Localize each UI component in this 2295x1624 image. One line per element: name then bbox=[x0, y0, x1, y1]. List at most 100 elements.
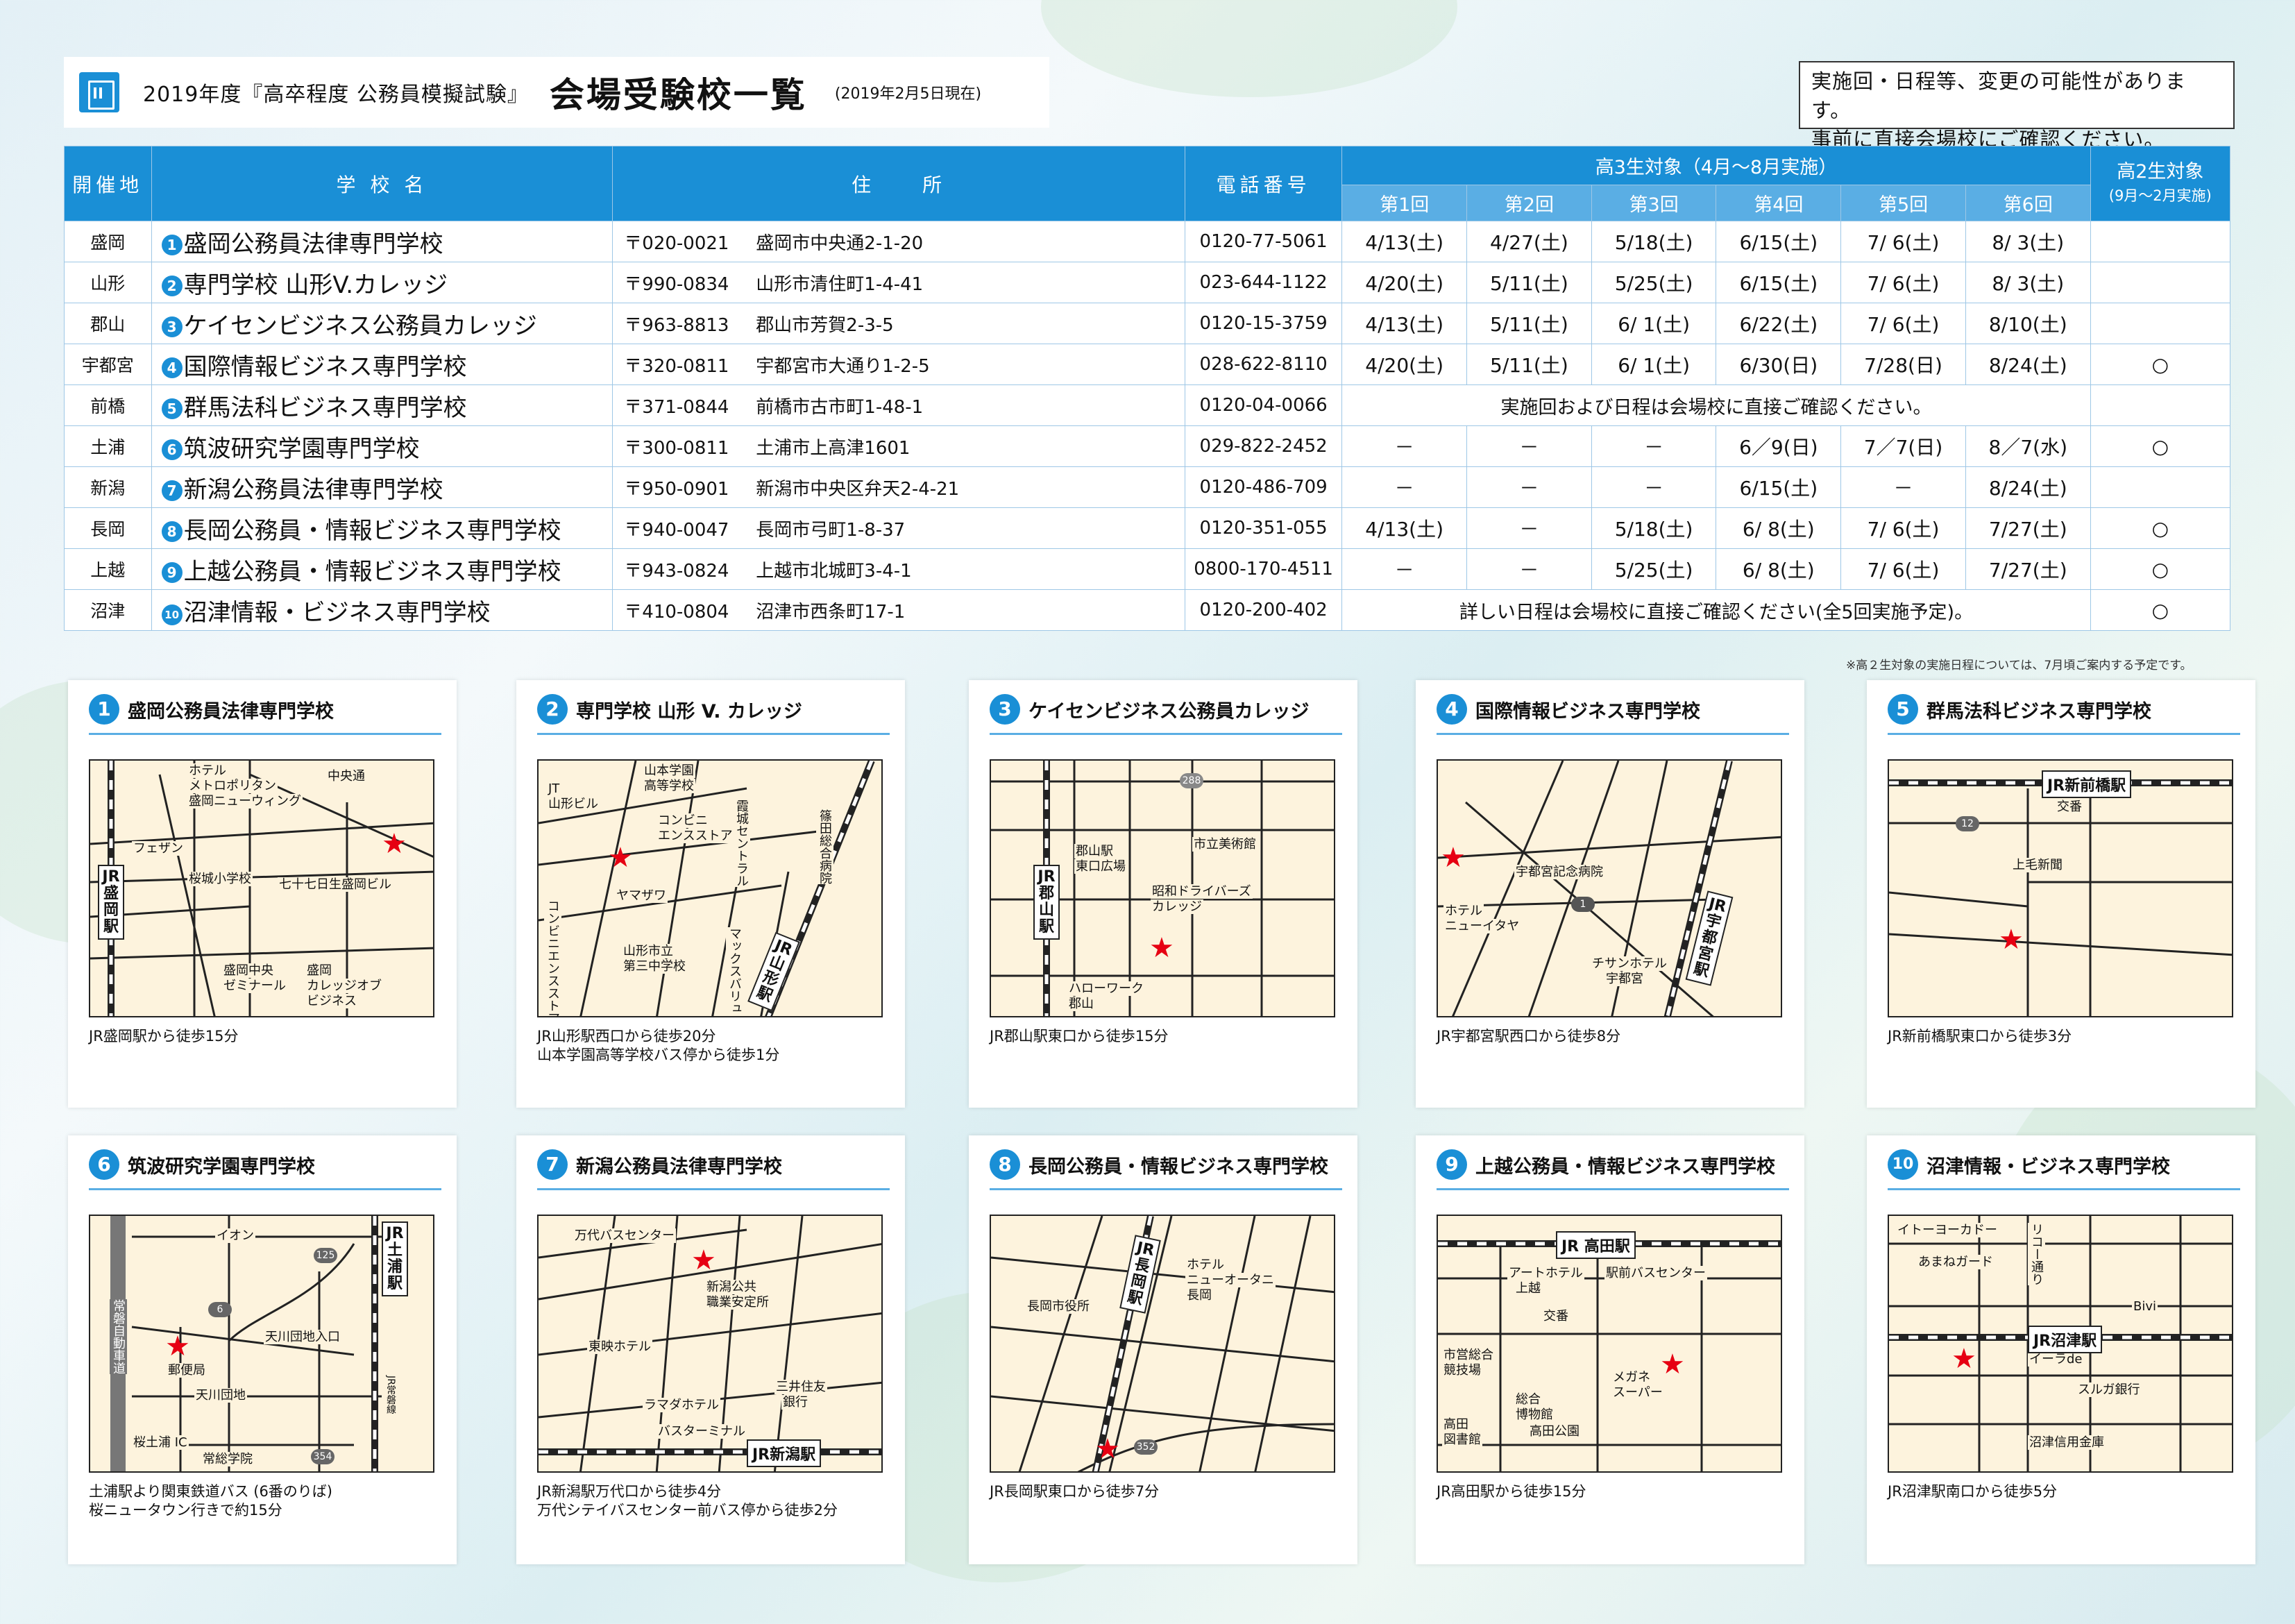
table-row: 宇都宮 4 国際情報ビジネス専門学校 〒320-0811 宇都宮市大通り1-2-5 028… bbox=[64, 344, 2231, 385]
th-round: 第4回 bbox=[1716, 185, 1842, 221]
map-label: 交番 bbox=[2056, 800, 2083, 814]
map-area: 125 6 354 JR土浦駅 イオン 天川団地入口 郵便局 天川団地 桜土浦 … bbox=[89, 1215, 434, 1473]
cell-date: 6/22(土) bbox=[1716, 303, 1842, 344]
street-address: 宇都宮市大通り1-2-5 bbox=[756, 355, 930, 377]
school-location-star: ★ bbox=[382, 828, 407, 860]
cell-date: 6/ 1(土) bbox=[1591, 344, 1717, 385]
cell-place: 前橋 bbox=[64, 384, 152, 426]
number-badge: 3 bbox=[161, 316, 183, 337]
map-title: ケイセンビジネス公務員カレッジ bbox=[1028, 700, 1310, 722]
notice-line: 実施回・日程等、変更の可能性があります。 bbox=[1811, 69, 2187, 122]
cell-school: 3 ケイセンビジネス公務員カレッジ bbox=[151, 303, 613, 344]
map-title: 新潟公務員法律専門学校 bbox=[576, 1156, 782, 1178]
number-badge: 8 bbox=[161, 521, 183, 542]
postal-code: 〒950-0901 bbox=[624, 478, 729, 500]
number-badge: 6 bbox=[161, 439, 183, 460]
access-caption: JR長岡駅東口から徒歩7分 bbox=[990, 1483, 1160, 1500]
map-label: ホテル bbox=[1443, 904, 1484, 918]
access-caption: JR新前橋駅東口から徒歩3分 bbox=[1888, 1028, 2072, 1044]
cell-date: 8/ 3(土) bbox=[1965, 221, 2091, 262]
number-badge: 4 bbox=[1437, 694, 1467, 725]
cell-date: － bbox=[1466, 507, 1592, 549]
cell-school: 10 沼津情報・ビジネス専門学校 bbox=[151, 589, 613, 631]
map-label: アートホテル bbox=[1507, 1266, 1584, 1280]
school-name: 盛岡公務員法律専門学校 bbox=[183, 230, 443, 258]
map-label: 郡山 bbox=[1067, 997, 1095, 1011]
route-marker: 354 bbox=[311, 1449, 334, 1464]
map-label: 総合 bbox=[1514, 1392, 1542, 1407]
map-label: エンスストア bbox=[657, 829, 734, 843]
change-notice: 実施回・日程等、変更の可能性があります。 事前に直接会場校にご確認ください。 bbox=[1799, 61, 2235, 151]
map-label: 三井住友 bbox=[774, 1380, 827, 1394]
map-label: マックスバリュ bbox=[726, 927, 743, 1015]
cell-date: 8/24(土) bbox=[1965, 466, 2091, 508]
route-marker: 352 bbox=[1134, 1439, 1158, 1455]
station-label: JR土浦駅 bbox=[382, 1221, 408, 1296]
cell-date: 8/24(土) bbox=[1965, 344, 2091, 385]
map-label: 図書館 bbox=[1442, 1432, 1482, 1447]
cell-date: 6/ 1(土) bbox=[1591, 303, 1717, 344]
cell-date: － bbox=[1591, 466, 1717, 508]
school-location-star: ★ bbox=[1441, 842, 1466, 874]
th-round: 第2回 bbox=[1466, 185, 1592, 221]
cell-date: 8／7(水) bbox=[1965, 425, 2091, 467]
postal-code: 〒943-0824 bbox=[624, 560, 729, 582]
footnote: ※高２生対象の実施日程については、7月頃ご案内する予定です。 bbox=[1846, 659, 2192, 673]
map-label: カレッジオブ bbox=[305, 979, 383, 993]
cell-place: 新潟 bbox=[64, 466, 152, 508]
cell-date: 7/ 6(土) bbox=[1840, 303, 1966, 344]
cell-phone: 029-822-2452 bbox=[1184, 425, 1343, 467]
map-card-4: 4 国際情報ビジネス専門学校 1 JR宇都宮駅 宇都宮記念病院 ホテル ニューイタ… bbox=[1416, 680, 1804, 1108]
school-name: 上越公務員・情報ビジネス専門学校 bbox=[183, 557, 561, 586]
cell-grade2: ○ bbox=[2090, 589, 2231, 631]
number-badge: 1 bbox=[89, 694, 119, 725]
map-label: 長岡市役所 bbox=[1026, 1299, 1091, 1314]
schedule-table: 開催地 学 校 名 住 所 電話番号 高3生対象（4月～8月実施） 高2生対象 … bbox=[64, 146, 2231, 631]
map-label: 博物館 bbox=[1514, 1407, 1555, 1422]
map-label: 盛岡中央 bbox=[222, 963, 275, 978]
number-badge: 2 bbox=[537, 694, 568, 725]
cell-date: 6/ 8(土) bbox=[1716, 548, 1842, 590]
cell-place: 郡山 bbox=[64, 303, 152, 344]
school-location-star: ★ bbox=[608, 842, 633, 874]
school-name: ケイセンビジネス公務員カレッジ bbox=[183, 312, 537, 340]
map-title: 群馬法科ビジネス専門学校 bbox=[1926, 700, 2151, 722]
cell-grade2 bbox=[2090, 262, 2231, 303]
map-card-8: 8 長岡公務員・情報ビジネス専門学校 352 JR長岡駅 ホテル ニューオータニ … bbox=[969, 1135, 1357, 1564]
access-caption: JR郡山駅東口から徒歩15分 bbox=[990, 1028, 1169, 1044]
school-building-icon bbox=[79, 72, 119, 112]
map-area: 352 JR長岡駅 ホテル ニューオータニ 長岡 長岡市役所 ★ bbox=[990, 1215, 1335, 1473]
cell-date: － bbox=[1341, 548, 1468, 590]
table-row: 前橋 5 群馬法科ビジネス専門学校 〒371-0844 前橋市古市町1-48-1 0120… bbox=[64, 384, 2231, 426]
cell-date: － bbox=[1341, 425, 1468, 467]
th-grade2-sub: (9月～2月実施) bbox=[2108, 187, 2212, 204]
cell-address: 〒410-0804 沼津市西条町17-1 bbox=[612, 589, 1185, 631]
map-area: JR 高田駅 アートホテル 上越 駅前バスセンター 交番 市営総合 競技場 総合… bbox=[1437, 1215, 1782, 1473]
access-caption: JR高田駅から徒歩15分 bbox=[1437, 1483, 1586, 1500]
cell-grade2: ○ bbox=[2090, 507, 2231, 549]
cell-date: 5/18(土) bbox=[1591, 507, 1717, 549]
cell-school: 6 筑波研究学園専門学校 bbox=[151, 425, 613, 467]
map-label: 東口広場 bbox=[1074, 859, 1127, 874]
cell-school: 2 専門学校 山形V.カレッジ bbox=[151, 262, 613, 303]
table-row: 盛岡 1 盛岡公務員法律専門学校 〒020-0021 盛岡市中央通2-1-20 0120-… bbox=[64, 221, 2231, 262]
map-label: イトーヨーカドー bbox=[1896, 1223, 1999, 1237]
map-card-5: 5 群馬法科ビジネス専門学校 12 JR新前橋駅 交番 上毛新聞 ★ JR新前橋駅… bbox=[1867, 680, 2255, 1108]
cell-date: 6/30(日) bbox=[1716, 344, 1842, 385]
map-label: 常総学院 bbox=[201, 1452, 254, 1466]
cell-date: － bbox=[1466, 548, 1592, 590]
number-badge: 9 bbox=[1437, 1149, 1467, 1180]
map-area: JR沼津駅 イトーヨーカドー あまねガード リコー通り Bivi イーラde ス… bbox=[1888, 1215, 2233, 1473]
map-card-1: 1 盛岡公務員法律専門学校 JR盛岡駅 ホテル メトロポリタン 盛岡ニューウィング… bbox=[68, 680, 457, 1108]
th-grade3: 高3生対象（4月～8月実施） bbox=[1341, 146, 2091, 185]
route-marker: 125 bbox=[314, 1248, 337, 1263]
school-name: 専門学校 山形V.カレッジ bbox=[183, 271, 448, 299]
map-label: 郡山駅 bbox=[1074, 844, 1115, 858]
cell-phone: 0800-170-4511 bbox=[1184, 548, 1343, 590]
map-label: 交番 bbox=[1542, 1309, 1570, 1323]
map-label: イオン bbox=[215, 1228, 255, 1243]
cell-phone: 0120-77-5061 bbox=[1184, 221, 1343, 262]
as-of-date: (2019年2月5日現在) bbox=[834, 85, 982, 103]
map-card-6: 6 筑波研究学園専門学校 125 6 354 JR土浦駅 イオン 天川団地入口 郵… bbox=[68, 1135, 457, 1564]
map-label: ヤマザワ bbox=[615, 888, 668, 903]
